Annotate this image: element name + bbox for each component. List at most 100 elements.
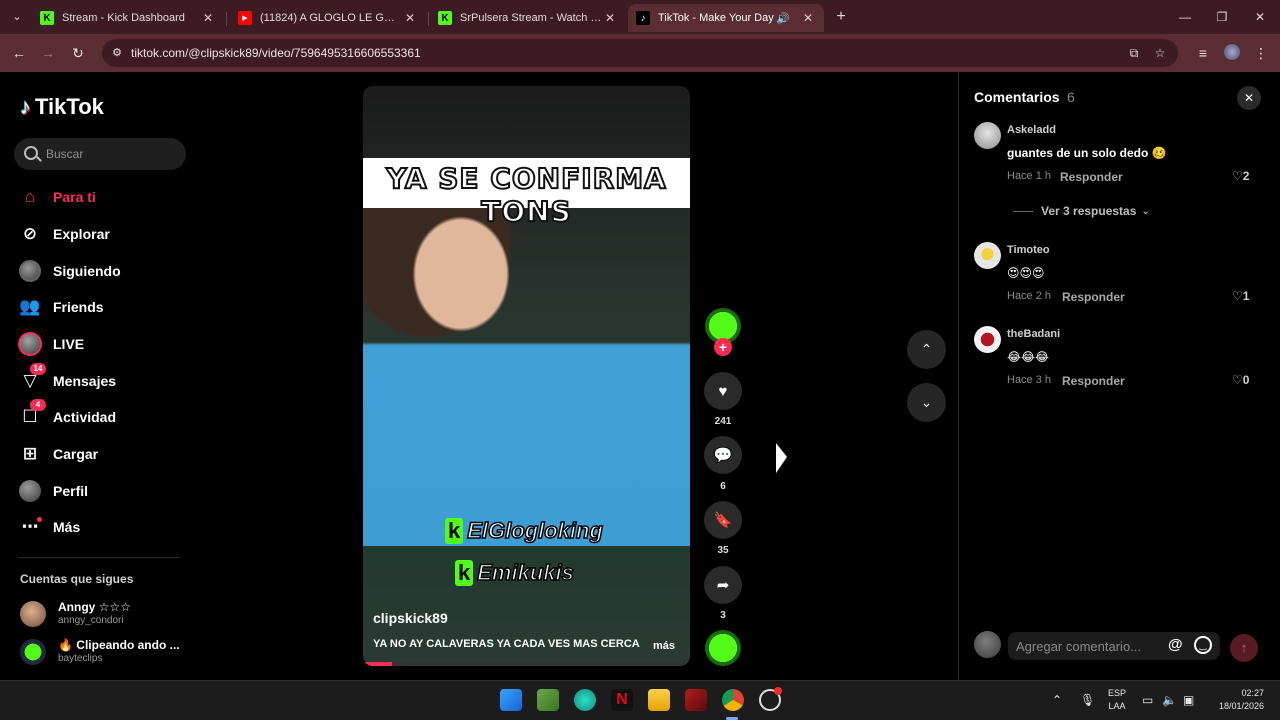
sidebar-divider [18, 557, 180, 558]
close-window-icon[interactable]: ✕ [1245, 7, 1275, 27]
close-tab-icon[interactable]: ✕ [602, 11, 618, 25]
commenter-avatar[interactable] [974, 326, 1001, 353]
back-icon[interactable]: ← [10, 44, 28, 62]
search-input[interactable] [46, 145, 176, 163]
search-box[interactable] [14, 138, 186, 170]
language-indicator[interactable]: ESP LAA [1108, 687, 1126, 713]
tab-kick-dashboard[interactable]: K Stream - Kick Dashboard ✕ [32, 4, 224, 32]
next-video-button[interactable]: ⌄ [907, 383, 946, 422]
comment-like-button[interactable]: ♡1 [1232, 289, 1249, 303]
reply-button[interactable]: Responder [1060, 170, 1123, 184]
follow-plus-button[interactable]: + [714, 338, 732, 356]
url-text[interactable]: tiktok.com/@clipskick89/video/7596495316… [131, 46, 421, 60]
music-disc-avatar[interactable] [705, 630, 741, 666]
profile-avatar [18, 479, 42, 503]
emoji-icon[interactable]: ‿ [1194, 636, 1212, 654]
commenter-avatar[interactable] [974, 122, 1001, 149]
tiktok-logo[interactable]: ♪ TikTok [20, 94, 104, 120]
sidebar-item-explorar[interactable]: ⊘ Explorar [18, 219, 188, 249]
dota-icon[interactable] [685, 689, 707, 711]
commenter-avatar[interactable] [974, 242, 1001, 269]
obs-app-icon[interactable] [574, 689, 596, 711]
more-link[interactable]: más [653, 640, 675, 652]
comment-like-button[interactable]: ♡0 [1232, 373, 1249, 387]
previous-video-button[interactable]: ⌃ [907, 330, 946, 369]
tiktok-icon: ♪ [636, 11, 650, 25]
close-comments-icon[interactable]: ✕ [1237, 86, 1261, 110]
sidebar-item-para-ti[interactable]: ⌂ Para ti [18, 182, 188, 212]
heart-icon: ♥ [718, 382, 728, 400]
sidebar-item-mensajes[interactable]: ▽ 14 Mensajes [18, 363, 188, 396]
commenter-name[interactable]: theBadani [1007, 328, 1060, 340]
commenter-name[interactable]: Askeladd [1007, 124, 1056, 136]
comment-button[interactable]: 💬 [704, 436, 742, 474]
view-replies-button[interactable]: Ver 3 respuestas ⌄ [1013, 204, 1150, 218]
tray-chevron-up-icon[interactable]: ⌃ [1052, 693, 1062, 707]
close-tab-icon[interactable]: ✕ [200, 11, 216, 25]
comment-like-button[interactable]: ♡2 [1232, 169, 1249, 183]
site-info-icon[interactable]: ⚙ [110, 46, 124, 60]
sidebar-item-label: Más [53, 519, 81, 535]
reply-button[interactable]: Responder [1062, 290, 1125, 304]
reload-icon[interactable]: ↻ [69, 44, 87, 62]
tab-youtube[interactable]: ▶ (11824) A GLOGLO LE GUSTA PU ✕ [230, 4, 426, 32]
account-name: Anngy ☆☆☆ [58, 600, 131, 614]
app-with-notification-icon[interactable] [759, 687, 782, 711]
chrome-icon[interactable] [722, 689, 744, 711]
clock[interactable]: 02:27 18/01/2026 [1206, 687, 1264, 713]
video-player[interactable]: YA SE CONFIRMA TONS k ElGlogloking k Emiku… [363, 86, 690, 666]
send-comment-button[interactable]: ↑ [1230, 634, 1258, 662]
battery-icon[interactable]: ▣ [1183, 693, 1194, 707]
bookmark-star-icon[interactable]: ☆ [1152, 45, 1168, 61]
tiktok-page: ♪ TikTok ⌂ Para ti ⊘ Explorar Siguiendo … [0, 72, 1280, 680]
minecraft-icon[interactable] [537, 689, 559, 711]
minimize-icon[interactable]: — [1170, 7, 1200, 27]
chevron-down-icon: ⌄ [1141, 205, 1150, 217]
comment-input-box[interactable]: @ ‿ [1008, 632, 1220, 660]
following-account[interactable]: 🔥 Clipeando ando ... bayteclips [20, 637, 190, 667]
close-tab-icon[interactable]: ✕ [800, 11, 816, 25]
like-button[interactable]: ♥ [704, 372, 742, 410]
windows-start-icon[interactable] [500, 689, 522, 711]
sidebar-item-perfil[interactable]: Perfil [18, 476, 188, 506]
sidebar-item-actividad[interactable]: ☐ 4 Actividad [18, 399, 188, 432]
forward-icon[interactable]: → [39, 44, 57, 62]
share-icon: ➦ [716, 577, 730, 594]
network-icon[interactable]: ▭ [1142, 693, 1153, 707]
microphone-icon[interactable]: 🎙 [1080, 693, 1095, 707]
install-app-icon[interactable]: ⧉ [1126, 45, 1142, 61]
mention-icon[interactable]: @ [1168, 636, 1183, 653]
save-button[interactable]: 🔖 [704, 501, 742, 539]
close-tab-icon[interactable]: ✕ [402, 11, 418, 25]
new-tab-button[interactable]: + [832, 8, 850, 26]
commenter-name[interactable]: Timoteo [1007, 244, 1050, 256]
sidebar-item-cargar[interactable]: ⊞ Cargar [18, 439, 188, 469]
sidebar-item-live[interactable]: LIVE [18, 329, 188, 359]
sidebar-item-friends[interactable]: 👥 Friends [18, 292, 188, 322]
comment-input[interactable] [1016, 638, 1166, 654]
bookmark-icon: 🔖 [713, 512, 733, 529]
address-bar[interactable]: ⚙ tiktok.com/@clipskick89/video/75964953… [102, 39, 1178, 67]
send-arrow-icon: ↑ [1240, 640, 1248, 655]
account-handle: anngy_condori [58, 615, 124, 626]
tab-srpulsera-stream[interactable]: K SrPulsera Stream - Watch Live o ✕ [430, 4, 626, 32]
audio-playing-icon[interactable]: 🔊 [776, 12, 790, 25]
video-author[interactable]: clipskick89 [373, 610, 448, 626]
sidebar-item-siguiendo[interactable]: Siguiendo [18, 256, 188, 286]
tab-media-icon[interactable]: ≡ [1194, 44, 1212, 62]
comment-text: guantes de un solo dedo 🥴 [1007, 146, 1167, 160]
video-progress-bar[interactable] [363, 662, 690, 666]
sidebar-item-mas[interactable]: ⋯ Más [18, 512, 188, 542]
file-explorer-icon[interactable] [648, 689, 670, 711]
share-button[interactable]: ➦ [704, 566, 742, 604]
following-account[interactable]: Anngy ☆☆☆ anngy_condori [20, 599, 190, 629]
browser-menu-icon[interactable]: ⋮ [1252, 44, 1270, 62]
netflix-icon[interactable]: N [611, 689, 633, 711]
reply-button[interactable]: Responder [1062, 374, 1125, 388]
maximize-icon[interactable]: ❐ [1207, 7, 1237, 27]
profile-avatar[interactable] [1223, 44, 1241, 62]
tab-search-chevron-icon[interactable]: ⌄ [8, 8, 26, 26]
volume-icon[interactable]: 🔈 [1162, 693, 1177, 707]
taskbar: N ⌃ 🎙 ESP LAA ▭ 🔈 ▣ 02:27 18/01/2026 [0, 680, 1280, 720]
tab-tiktok[interactable]: ♪ TikTok - Make Your Day 🔊 ✕ [628, 4, 824, 32]
